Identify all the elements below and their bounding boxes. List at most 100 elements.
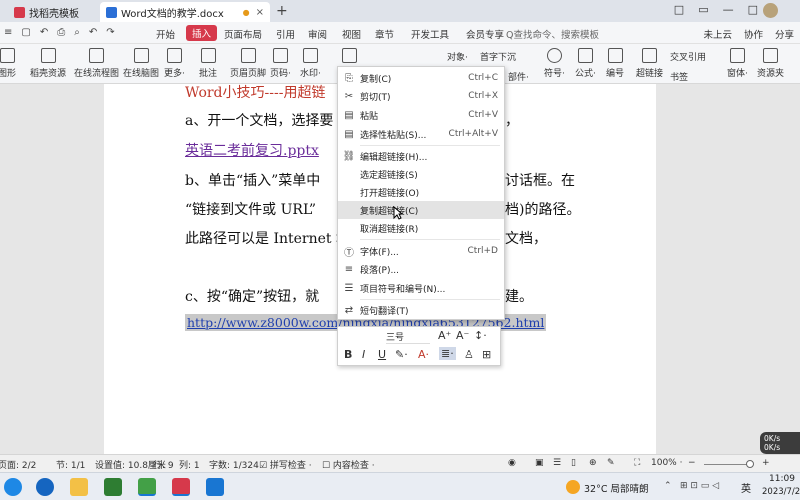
- ribbon-mindmap[interactable]: 在线脑图: [123, 48, 159, 79]
- undo-history-icon[interactable]: ↶: [40, 27, 48, 38]
- menu-insert[interactable]: 插入: [186, 25, 218, 41]
- ribbon-form[interactable]: 窗体·: [727, 48, 748, 79]
- zoom-out-button[interactable]: −: [688, 458, 696, 468]
- ctx-translate[interactable]: ⇄ 短句翻译(T): [338, 301, 504, 319]
- status-page[interactable]: 页面: 2/2: [0, 458, 36, 471]
- font-size-select[interactable]: 三号: [386, 330, 430, 344]
- ctx-copy-hyperlink[interactable]: 复制超链接(C): [338, 201, 504, 219]
- minimize-button[interactable]: —: [723, 3, 734, 16]
- weather-text[interactable]: 32°C 局部晴朗: [584, 481, 649, 495]
- ctx-copy[interactable]: ⎘ 复制(C) Ctrl+C: [338, 69, 504, 87]
- ribbon-drop-cap[interactable]: 首字下沉: [480, 50, 516, 63]
- format-painter-icon[interactable]: ♙: [464, 348, 474, 361]
- app-icon[interactable]: [104, 478, 122, 496]
- menu-chapter[interactable]: 章节: [375, 27, 394, 41]
- ribbon-watermark[interactable]: 水印·: [300, 48, 321, 79]
- zoom-slider-handle[interactable]: [746, 460, 754, 468]
- ribbon-object[interactable]: 对象·: [447, 50, 468, 63]
- tray-chevron-icon[interactable]: ⌃: [664, 481, 672, 491]
- ribbon-hyperlink[interactable]: 超链接: [636, 48, 663, 79]
- zoom-slider[interactable]: [704, 464, 752, 465]
- print-icon[interactable]: ⎙: [57, 27, 65, 38]
- menu-icon[interactable]: ≡: [4, 27, 12, 38]
- ctx-bullets-numbering[interactable]: ☰ 项目符号和编号(N)...: [338, 279, 504, 297]
- ctx-cut[interactable]: ✂ 剪切(T) Ctrl+X: [338, 87, 504, 105]
- share-button[interactable]: 分享: [775, 27, 794, 41]
- avatar[interactable]: [763, 3, 778, 18]
- zoom-in-button[interactable]: +: [762, 458, 770, 468]
- preview-icon[interactable]: ⌕: [74, 27, 80, 38]
- ribbon-numbering[interactable]: 编号: [606, 48, 624, 79]
- grow-font-icon[interactable]: A⁺: [438, 329, 451, 342]
- menu-view[interactable]: 视图: [342, 27, 361, 41]
- ribbon-shapes[interactable]: 图形: [0, 48, 16, 79]
- ribbon-cross-reference[interactable]: 交叉引用: [670, 50, 706, 63]
- write-icon[interactable]: ✎: [607, 458, 615, 468]
- ribbon-textbox[interactable]: [342, 48, 357, 66]
- font-color-icon[interactable]: A·: [418, 348, 429, 361]
- ribbon-comment[interactable]: 批注: [199, 48, 217, 79]
- maximize-button[interactable]: □: [748, 3, 758, 16]
- ribbon-resource-folder[interactable]: 资源夹: [757, 48, 784, 79]
- underline-icon[interactable]: U: [378, 348, 386, 361]
- ribbon-page-number[interactable]: 页码·: [270, 48, 291, 79]
- align-icon[interactable]: ≣·: [439, 347, 456, 360]
- ribbon-symbol[interactable]: 符号·: [544, 48, 565, 79]
- spell-check-toggle[interactable]: ☑ 拼写检查 ·: [259, 458, 312, 471]
- table-icon[interactable]: ⊞: [482, 348, 491, 361]
- tab-document[interactable]: Word文档的教学.docx ● ×: [100, 2, 270, 22]
- menu-page-layout[interactable]: 页面布局: [224, 27, 262, 41]
- tab-docer-templates[interactable]: 找稻壳模板: [8, 2, 94, 22]
- highlight-icon[interactable]: ✎·: [395, 348, 408, 361]
- ctx-paste-special[interactable]: ▤ 选择性粘贴(S)... Ctrl+Alt+V: [338, 125, 504, 143]
- wps-icon[interactable]: [172, 478, 190, 496]
- ribbon-docer-resources[interactable]: 稻壳资源: [30, 48, 66, 79]
- ctx-paragraph[interactable]: ≡ 段落(P)...: [338, 260, 504, 278]
- collaborate-button[interactable]: 协作: [744, 27, 763, 41]
- edge-icon[interactable]: [36, 478, 54, 496]
- line-spacing-icon[interactable]: ↕·: [474, 329, 487, 342]
- tray-icons[interactable]: ⊞ ⊡ ▭ ◁: [680, 481, 719, 491]
- status-word-count[interactable]: 字数: 1/324: [209, 458, 259, 471]
- ribbon-formula[interactable]: 公式·: [575, 48, 596, 79]
- shrink-font-icon[interactable]: A⁻: [456, 329, 469, 342]
- eye-protection-icon[interactable]: ◉: [508, 458, 516, 468]
- undo-icon[interactable]: ↶: [89, 27, 97, 38]
- menu-developer[interactable]: 开发工具: [411, 27, 449, 41]
- menu-start[interactable]: 开始: [156, 27, 175, 41]
- ribbon-flowchart[interactable]: 在线流程图: [74, 48, 119, 79]
- ime-indicator[interactable]: 英: [741, 480, 751, 495]
- close-tab-icon[interactable]: ×: [256, 7, 264, 18]
- bold-icon[interactable]: B: [344, 348, 352, 361]
- web-view-icon[interactable]: ⊕: [589, 458, 597, 468]
- ribbon-bookmark[interactable]: 书签: [670, 70, 688, 83]
- command-search-input[interactable]: Q查找命令、搜索模板: [506, 27, 599, 41]
- ribbon-more[interactable]: 更多·: [164, 48, 185, 79]
- clock-date[interactable]: 2023/7/2: [762, 487, 800, 497]
- file-explorer-icon[interactable]: [70, 478, 88, 496]
- menu-member[interactable]: 会员专享: [466, 27, 504, 41]
- italic-icon[interactable]: I: [362, 348, 365, 361]
- layout-icon[interactable]: □: [674, 3, 684, 16]
- new-tab-button[interactable]: +: [276, 3, 288, 19]
- ctx-open-hyperlink[interactable]: 打开超链接(O): [338, 183, 504, 201]
- app2-icon[interactable]: [206, 478, 224, 496]
- restore-icon[interactable]: ▭: [698, 3, 708, 16]
- page-view-icon[interactable]: ▣: [535, 458, 544, 468]
- windows-start-icon[interactable]: [4, 478, 22, 496]
- ribbon-parts[interactable]: 部件·: [508, 70, 529, 83]
- clock-time[interactable]: 11:09: [769, 474, 795, 484]
- ctx-remove-hyperlink[interactable]: 取消超链接(R): [338, 219, 504, 237]
- zoom-level[interactable]: 100% ·: [651, 458, 682, 468]
- ctx-select-hyperlink[interactable]: 选定超链接(S): [338, 165, 504, 183]
- menu-review[interactable]: 审阅: [308, 27, 327, 41]
- outline-view-icon[interactable]: ☰: [553, 458, 561, 468]
- ctx-font[interactable]: Ⓣ 字体(F)... Ctrl+D: [338, 242, 504, 260]
- ctx-edit-hyperlink[interactable]: ⛓ 编辑超链接(H)...: [338, 147, 504, 165]
- menu-reference[interactable]: 引用: [276, 27, 295, 41]
- fit-page-icon[interactable]: ⛶: [634, 458, 640, 468]
- redo-icon[interactable]: ↷: [106, 27, 114, 38]
- doc-hyperlink-pptx[interactable]: 英语二考前复习.pptx: [185, 140, 319, 160]
- reading-view-icon[interactable]: ▯: [571, 458, 576, 468]
- ctx-paste[interactable]: ▤ 粘贴 Ctrl+V: [338, 106, 504, 124]
